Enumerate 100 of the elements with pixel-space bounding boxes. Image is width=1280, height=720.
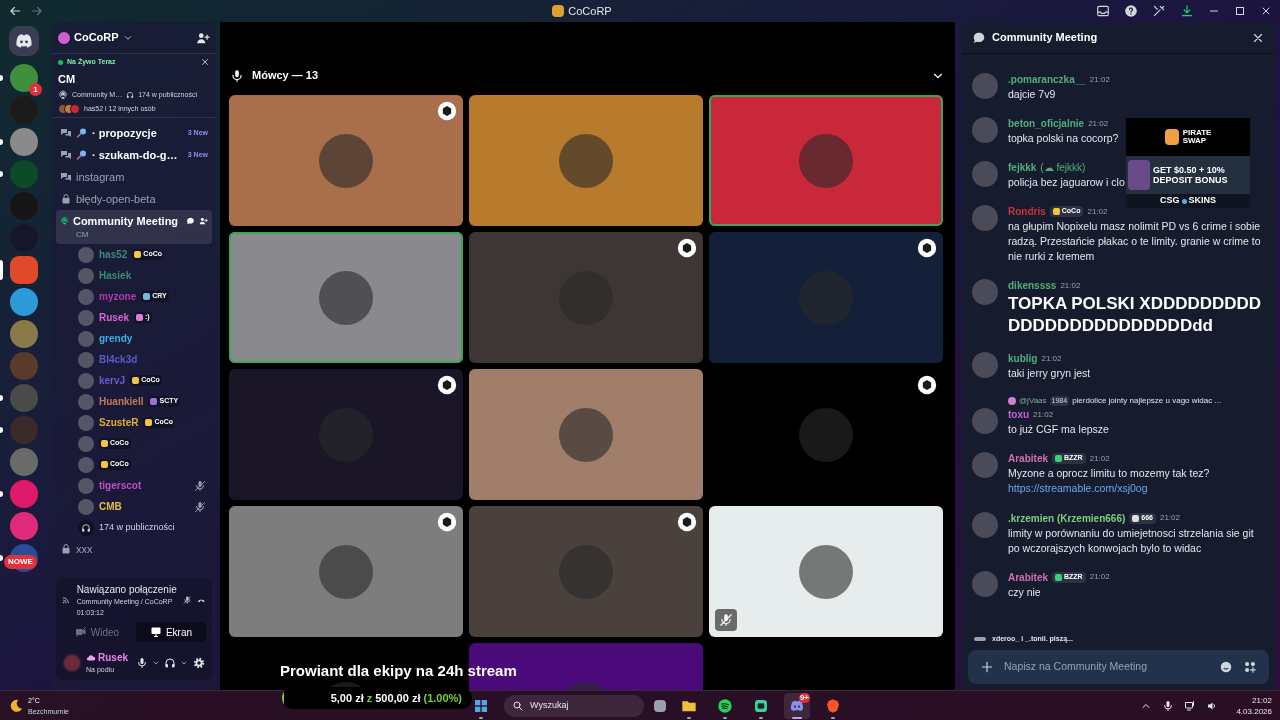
reply-author[interactable]: @jVaas bbox=[1019, 395, 1047, 407]
server-logo-icon bbox=[58, 31, 70, 44]
member-name: tigerscot bbox=[99, 479, 142, 493]
chevron-down-icon[interactable] bbox=[180, 659, 188, 667]
channel-item[interactable]: Community Meeting CM bbox=[56, 210, 212, 244]
speaker-tile[interactable] bbox=[229, 506, 463, 637]
author-name[interactable]: .krzemien (Krzemien666) bbox=[1008, 510, 1126, 526]
speaker-tile[interactable] bbox=[469, 506, 703, 637]
speaker-tile[interactable] bbox=[469, 369, 703, 500]
taskbar-app[interactable]: 9+ bbox=[784, 692, 810, 719]
server-icon[interactable] bbox=[10, 512, 38, 540]
close-icon[interactable] bbox=[200, 57, 210, 68]
server-icon[interactable] bbox=[10, 128, 38, 156]
avatar bbox=[78, 330, 94, 347]
forward-arrow-icon[interactable] bbox=[30, 4, 44, 18]
avatar bbox=[799, 407, 853, 462]
running-indicator bbox=[831, 716, 835, 719]
speaker-tile[interactable] bbox=[229, 95, 463, 226]
speaker-tile[interactable] bbox=[709, 506, 943, 637]
message-time: 21:02 bbox=[1089, 73, 1110, 86]
author-name[interactable]: Arabitek bbox=[1008, 569, 1048, 585]
author-name[interactable]: dikenssss bbox=[1008, 278, 1057, 293]
speaker-tile[interactable] bbox=[709, 232, 943, 363]
member-item[interactable]: grendy bbox=[56, 328, 212, 349]
speaker-tile[interactable] bbox=[469, 95, 703, 226]
running-indicator bbox=[792, 716, 802, 719]
microphone-icon[interactable] bbox=[1162, 699, 1175, 712]
task-view-icon[interactable] bbox=[654, 699, 666, 712]
server-name[interactable]: CoCoRP bbox=[74, 29, 119, 46]
invite-icon[interactable] bbox=[196, 30, 210, 45]
author-name[interactable]: Arabitek bbox=[1008, 451, 1048, 466]
channel-item[interactable]: xxx bbox=[56, 538, 212, 560]
back-arrow-icon[interactable] bbox=[8, 4, 22, 18]
channel-topic: CM bbox=[75, 229, 90, 242]
avatar bbox=[78, 456, 94, 473]
speaker-tile[interactable] bbox=[709, 95, 943, 226]
microphone-icon[interactable] bbox=[136, 657, 148, 669]
stage-icon bbox=[60, 215, 69, 227]
avatar bbox=[70, 103, 80, 114]
taskbar-search[interactable]: Wyszukaj bbox=[504, 694, 644, 717]
member-name: Bl4ck3d bbox=[99, 353, 138, 367]
avatar bbox=[78, 288, 94, 305]
running-indicator bbox=[759, 716, 763, 719]
forum-icon bbox=[60, 149, 72, 161]
stream-overlay-title: Prowiant dla ekipy na 24h stream bbox=[280, 661, 517, 681]
author-name[interactable]: kublig bbox=[1008, 351, 1038, 366]
tools-icon[interactable] bbox=[1152, 4, 1166, 18]
help-icon[interactable] bbox=[1124, 4, 1138, 18]
chevron-down-icon[interactable] bbox=[152, 659, 160, 667]
server-icon[interactable] bbox=[10, 288, 38, 316]
avatar bbox=[559, 407, 613, 462]
headphones-icon[interactable] bbox=[164, 657, 176, 669]
server-icon[interactable] bbox=[10, 320, 38, 348]
speaker-tile[interactable] bbox=[469, 232, 703, 363]
noise-suppression-icon[interactable] bbox=[182, 593, 192, 607]
live-title: CM bbox=[58, 71, 77, 87]
headphones-icon bbox=[126, 91, 135, 100]
start-icon bbox=[473, 697, 489, 714]
speaker-tile[interactable] bbox=[229, 232, 463, 363]
apps-icon[interactable] bbox=[1243, 660, 1257, 674]
member-item[interactable]: Hasiek bbox=[56, 265, 212, 286]
message-link[interactable]: https://streamable.com/xsj0og bbox=[1008, 481, 1148, 497]
maximize-icon[interactable] bbox=[1234, 5, 1246, 17]
server-logo-icon bbox=[552, 5, 565, 17]
close-icon[interactable] bbox=[1260, 5, 1272, 17]
member-name: Hasiek bbox=[99, 269, 132, 283]
channel-item[interactable]: instagram bbox=[56, 166, 212, 188]
download-icon[interactable] bbox=[1180, 4, 1194, 18]
screen-share-button[interactable]: Ekran bbox=[136, 622, 206, 642]
invite-icon[interactable] bbox=[199, 215, 208, 227]
server-icon[interactable] bbox=[10, 448, 38, 476]
microphone-icon bbox=[230, 69, 244, 83]
author-name[interactable]: .pomaranczka__ bbox=[1008, 72, 1086, 87]
speakers-header: Mówcy — 13 bbox=[252, 67, 319, 83]
channel-item[interactable]: błędy-open-beta bbox=[56, 188, 212, 210]
author-name[interactable]: fejkkk bbox=[1008, 160, 1037, 175]
avatar bbox=[799, 133, 853, 188]
server-icon[interactable] bbox=[10, 256, 38, 284]
plus-icon[interactable] bbox=[980, 660, 994, 674]
avatar bbox=[78, 414, 94, 431]
message-text: limity w porównaniu do umiejetnosci strzelania sie git po wczorajszych konwojach bylo to widac bbox=[1008, 525, 1255, 556]
reply-text[interactable]: pierdolice jointy najlepsze u vago widac ... bbox=[1072, 395, 1222, 407]
network-icon[interactable] bbox=[1184, 699, 1197, 712]
speaker-tile[interactable] bbox=[229, 369, 463, 500]
emoji-icon[interactable] bbox=[1219, 660, 1233, 674]
author-name[interactable]: toxu bbox=[1008, 407, 1030, 422]
message-input[interactable]: Napisz na Community Meeting bbox=[1004, 659, 1209, 675]
home-button[interactable] bbox=[9, 26, 39, 56]
message-field[interactable]: Napisz na Community Meeting bbox=[968, 650, 1269, 684]
server-icon[interactable] bbox=[10, 480, 38, 508]
avatar bbox=[972, 408, 998, 434]
member-item[interactable]: CMB bbox=[56, 496, 212, 517]
avatar bbox=[78, 393, 94, 410]
chat-icon[interactable] bbox=[186, 215, 196, 227]
author-name[interactable]: beton_oficjalnie bbox=[1008, 116, 1085, 131]
server-icon[interactable] bbox=[10, 64, 38, 92]
settings-icon[interactable] bbox=[192, 656, 206, 670]
inbox-icon[interactable] bbox=[1096, 4, 1110, 18]
member-item[interactable]: tigerscot bbox=[56, 475, 212, 496]
character-drawing bbox=[1128, 160, 1150, 190]
